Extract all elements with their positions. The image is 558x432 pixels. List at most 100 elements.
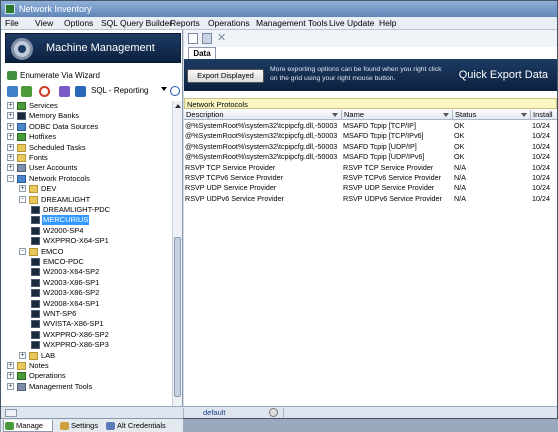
menu-options[interactable]: Options [64,18,93,28]
tree-item-label: W2003-X86-SP1 [43,277,100,287]
collapse-icon[interactable]: - [19,195,26,203]
application-window: Network Inventory File View Options SQL … [0,0,558,432]
expand-icon[interactable]: + [19,351,26,359]
data-toolbar: ✕ [184,30,557,47]
table-cell: N/A [454,193,466,203]
sql-reporting-dropdown[interactable]: SQL - Reporting [91,86,149,95]
expand-icon[interactable]: + [7,143,14,151]
expand-icon[interactable]: + [19,185,26,193]
delete-icon[interactable]: ✕ [217,33,227,44]
tab-data[interactable]: Data [188,47,216,59]
manage-icon [5,422,14,430]
expand-icon[interactable]: + [7,164,14,172]
stop-icon[interactable] [39,86,50,97]
table-cell: 10/24 [532,131,550,141]
filter-icon[interactable] [443,113,449,117]
gear-icon [11,38,33,60]
table-cell: @%SystemRoot%\system32\tcpipcfg.dll,-500… [185,131,338,141]
tree-item-label: W2003-X64-SP2 [43,267,100,277]
expand-icon[interactable]: + [7,154,14,161]
tree-item-label: WXPPRO-X86-SP3 [43,340,109,350]
new-document-icon[interactable] [188,33,198,44]
panel-toggle-icon[interactable] [5,409,17,417]
folder-icon [29,351,38,360]
menu-reports[interactable]: Reports [170,18,200,28]
menu-sql-query-builder[interactable]: SQL Query Builder [101,18,172,28]
expand-icon[interactable]: + [7,382,14,390]
column-description[interactable]: Description [184,110,342,120]
computer-icon [31,216,40,225]
table-cell: N/A [454,162,466,172]
table-row[interactable]: RSVP UDPv6 Service Provider RSVP UDPv6 Se… [184,194,557,204]
column-install[interactable]: Install [531,110,557,120]
tree-view-icon[interactable] [7,86,18,97]
table-cell: OK [454,121,465,130]
tab-alt-credentials[interactable]: Alt Credentials [105,420,181,432]
expand-icon[interactable]: + [7,112,14,120]
tree-item-label: LAB [41,350,56,360]
tree-item-label: DREAMLIGHT-PDC [43,205,111,214]
tree-item-label: Hotfixes [29,132,57,142]
scroll-thumb[interactable] [174,237,181,397]
refresh-tree-icon[interactable] [21,86,32,97]
expand-icon[interactable]: + [7,362,14,369]
node-icon [17,102,26,110]
tab-manage[interactable]: Manage [3,420,53,432]
table-cell: @%SystemRoot%\system32\tcpipcfg.dll,-500… [185,141,338,151]
column-name[interactable]: Name [342,110,453,120]
expand-icon[interactable]: + [7,122,14,130]
computer-icon [31,206,40,214]
chevron-down-icon[interactable] [161,87,167,91]
tree-item-label: W2000-SP4 [43,225,84,235]
tree-item-label: User Accounts [29,163,78,173]
table-row[interactable]: RSVP UDP Service Provider RSVP UDP Servic… [184,183,557,193]
table-cell: 10/24 [532,183,550,193]
machine-tree: + Services + Memory Banks + ODBC Data Sources… [5,101,171,413]
enumerate-wizard-button[interactable]: Enumerate Via Wizard [7,70,100,82]
database-icon[interactable] [75,86,86,97]
menu-file[interactable]: File [5,18,19,28]
expand-icon[interactable]: + [7,133,14,141]
node-icon [17,122,26,131]
menu-live-update[interactable]: Live Update [329,18,374,28]
tools-icon[interactable] [59,86,70,97]
table-row[interactable]: @%SystemRoot%\system32\tcpipcfg.dll,-500… [184,131,557,141]
table-cell: 10/24 [532,162,550,172]
tree-item-label: Management Tools [29,381,93,391]
computer-icon [31,258,40,266]
menu-operations[interactable]: Operations [208,18,250,28]
title-bar[interactable]: Network Inventory [1,1,557,17]
search-icon[interactable] [170,86,180,96]
table-row[interactable]: RSVP TCP Service Provider RSVP TCP Servic… [184,163,557,173]
tree-item-label: W2003-X86-SP2 [43,288,100,298]
table-cell: MSAFD Tcpip [UDP/IP] [343,141,417,151]
table-cell: @%SystemRoot%\system32\tcpipcfg.dll,-500… [185,152,338,162]
tree-item-label: Scheduled Tasks [29,142,86,152]
expand-icon[interactable]: + [7,372,14,380]
computer-icon [31,341,40,350]
scroll-up-icon[interactable] [175,104,181,108]
tree-scrollbar[interactable] [172,101,182,413]
filter-icon[interactable] [521,113,527,117]
column-status[interactable]: Status [453,110,531,120]
table-row[interactable]: @%SystemRoot%\system32\tcpipcfg.dll,-500… [184,152,557,162]
menu-help[interactable]: Help [379,18,396,28]
table-row[interactable]: @%SystemRoot%\system32\tcpipcfg.dll,-500… [184,142,557,152]
collapse-icon[interactable]: - [19,247,26,255]
connection-icon [269,408,278,417]
menu-view[interactable]: View [35,18,53,28]
computer-icon [31,226,40,235]
tab-settings[interactable]: Settings [59,420,103,432]
export-displayed-button[interactable]: Export Displayed [187,69,264,83]
filter-icon[interactable] [332,113,338,117]
copy-icon[interactable] [202,33,212,44]
expand-icon[interactable]: + [7,102,14,109]
column-description-label: Description [186,110,224,119]
table-row[interactable]: @%SystemRoot%\system32\tcpipcfg.dll,-500… [184,121,557,131]
group-header: Network Protocols [184,98,557,109]
menu-management-tools[interactable]: Management Tools [256,18,328,28]
computer-icon [31,289,40,298]
collapse-icon[interactable]: - [7,174,14,182]
table-row[interactable]: RSVP TCPv6 Service Provider RSVP TCPv6 Se… [184,173,557,183]
folder-icon [29,247,38,256]
